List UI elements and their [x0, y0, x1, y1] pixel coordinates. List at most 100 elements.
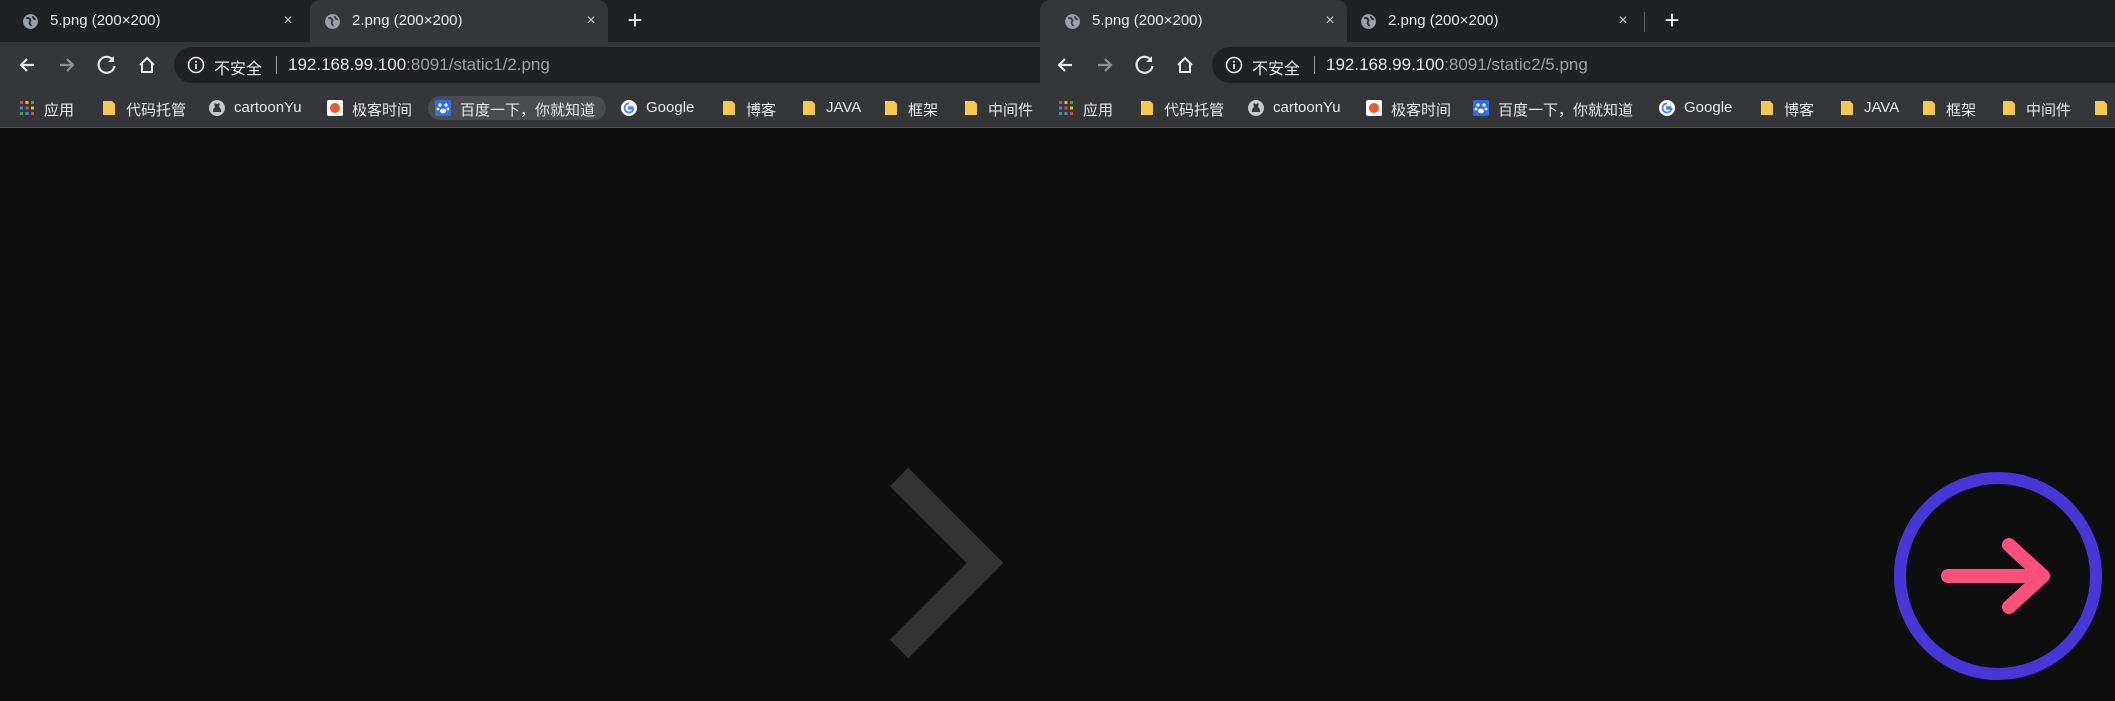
forward-button[interactable]: [53, 51, 81, 79]
tab-5png[interactable]: 5.png (200×200) ×: [1040, 0, 1347, 42]
bookmark-blog[interactable]: 博客: [1752, 96, 1822, 120]
page-content: [1040, 129, 2115, 701]
tab-separator: [1644, 12, 1645, 32]
tab-strip: 5.png (200×200) × 2.png (200×200) × +: [0, 0, 1040, 42]
bookmark-java[interactable]: JAVA: [794, 96, 868, 120]
folder-icon: [103, 101, 115, 115]
bookmark-geektime[interactable]: 极客时间: [1359, 96, 1465, 120]
close-icon[interactable]: ×: [582, 12, 600, 30]
reload-button[interactable]: [93, 51, 121, 79]
bookmark-code-hosting[interactable]: 代码托管: [94, 96, 200, 120]
address-bar[interactable]: 不安全 192.168.99.100:8091/static2/5.png: [1212, 47, 2115, 83]
new-tab-button[interactable]: +: [622, 7, 648, 34]
home-button[interactable]: [133, 51, 161, 79]
bookmark-cartoonyu[interactable]: cartoonYu: [202, 96, 320, 120]
bookmark-code-hosting[interactable]: 代码托管: [1132, 96, 1238, 120]
bookmark-label: 代码托管: [1164, 102, 1225, 119]
back-arrow-icon: [1057, 58, 1072, 72]
globe-icon: [1065, 14, 1080, 29]
not-secure-label[interactable]: 不安全: [1252, 55, 1300, 79]
google-icon: [621, 100, 637, 116]
home-icon: [139, 56, 155, 73]
folder-icon: [2095, 101, 2107, 115]
folder-icon: [1841, 101, 1853, 115]
bookmark-label: Google: [1684, 99, 1733, 116]
bookmarks-bar: 应用 代码托管 cartoonYu 极客时间 百度一下，你就知道 Google: [1040, 88, 2115, 128]
bookmark-blog[interactable]: 博客: [714, 96, 784, 120]
folder-icon: [2003, 101, 2015, 115]
address-bar[interactable]: 不安全 192.168.99.100:8091/static1/2.png: [174, 47, 1040, 83]
geektime-icon: [327, 100, 343, 116]
back-arrow-icon: [19, 58, 34, 72]
back-button[interactable]: [13, 51, 41, 79]
url-host: 192.168.99.100: [1326, 55, 1445, 74]
bookmark-google[interactable]: Google: [1652, 96, 1750, 120]
url-text[interactable]: 192.168.99.100:8091/static1/2.png: [288, 55, 550, 75]
bookmark-label: 博客: [1784, 102, 1815, 119]
github-icon: [209, 100, 225, 116]
tab-5png[interactable]: 5.png (200×200) ×: [8, 0, 305, 42]
bookmark-label: JAVA: [826, 99, 862, 116]
home-button[interactable]: [1171, 51, 1199, 79]
folder-icon: [965, 101, 977, 115]
bookmark-apps[interactable]: 应用: [12, 96, 88, 120]
apps-grid-icon: [20, 101, 34, 115]
bookmark-middleware[interactable]: 中间件: [956, 96, 1040, 120]
reload-icon: [97, 55, 116, 74]
bookmark-label: 百度一下，你就知道: [460, 102, 596, 119]
address-divider: [1314, 56, 1315, 74]
new-tab-button[interactable]: +: [1659, 7, 1685, 34]
tab-2png[interactable]: 2.png (200×200) ×: [1350, 0, 1650, 42]
toolbar: 不安全 192.168.99.100:8091/static1/2.png: [0, 42, 1040, 88]
close-icon[interactable]: ×: [1321, 12, 1339, 30]
tab-2png[interactable]: 2.png (200×200) ×: [310, 0, 608, 42]
folder-icon: [885, 101, 897, 115]
bookmark-label: cartoonYu: [1273, 99, 1341, 116]
circle-arrow-right-image: [1894, 472, 2102, 680]
bookmark-geektime[interactable]: 极客时间: [320, 96, 426, 120]
bookmark-baidu[interactable]: 百度一下，你就知道: [428, 96, 606, 120]
bookmark-framework[interactable]: 框架: [1914, 96, 1984, 120]
address-divider: [276, 56, 277, 74]
info-icon[interactable]: [1225, 56, 1243, 74]
not-secure-label[interactable]: 不安全: [214, 55, 262, 79]
bookmark-label: cartoonYu: [234, 99, 302, 116]
folder-icon: [1923, 101, 1935, 115]
baidu-paw-icon: [1473, 100, 1489, 116]
bookmark-label: 代码托管: [126, 102, 187, 119]
bookmark-label: 百度一下，你就知道: [1498, 102, 1634, 119]
folder-icon: [1761, 101, 1773, 115]
bookmark-overflow-folder[interactable]: [2086, 96, 2115, 120]
reload-button[interactable]: [1131, 51, 1159, 79]
tab-strip: 5.png (200×200) × 2.png (200×200) × +: [1040, 0, 2115, 42]
bookmark-google[interactable]: Google: [614, 96, 712, 120]
bookmark-label: 极客时间: [352, 102, 413, 119]
close-icon[interactable]: ×: [1614, 12, 1632, 30]
chevron-right-image: [889, 467, 1004, 659]
globe-icon: [325, 14, 340, 29]
tab-title: 2.png (200×200): [1388, 12, 1499, 29]
info-icon[interactable]: [187, 56, 205, 74]
tab-title: 2.png (200×200): [352, 12, 463, 29]
bookmark-label: 框架: [1946, 102, 1977, 119]
bookmark-label: Google: [646, 99, 695, 116]
back-button[interactable]: [1051, 51, 1079, 79]
bookmark-label: 中间件: [2026, 102, 2072, 119]
bookmark-apps[interactable]: 应用: [1051, 96, 1127, 120]
bookmark-cartoonyu[interactable]: cartoonYu: [1241, 96, 1359, 120]
folder-icon: [723, 101, 735, 115]
folder-icon: [803, 101, 815, 115]
bookmark-framework[interactable]: 框架: [876, 96, 946, 120]
url-host: 192.168.99.100: [288, 55, 407, 74]
browser-window-right: 5.png (200×200) × 2.png (200×200) × + 不安…: [1040, 0, 2115, 701]
github-icon: [1248, 100, 1264, 116]
url-text[interactable]: 192.168.99.100:8091/static2/5.png: [1326, 55, 1588, 75]
bookmark-java[interactable]: JAVA: [1832, 96, 1906, 120]
bookmark-middleware[interactable]: 中间件: [1994, 96, 2078, 120]
forward-button[interactable]: [1091, 51, 1119, 79]
bookmark-baidu[interactable]: 百度一下，你就知道: [1466, 96, 1644, 120]
browser-window-left: 5.png (200×200) × 2.png (200×200) × + 不安…: [0, 0, 1040, 701]
close-icon[interactable]: ×: [279, 12, 297, 30]
baidu-paw-icon: [435, 100, 451, 116]
tab-title: 5.png (200×200): [1092, 12, 1203, 29]
